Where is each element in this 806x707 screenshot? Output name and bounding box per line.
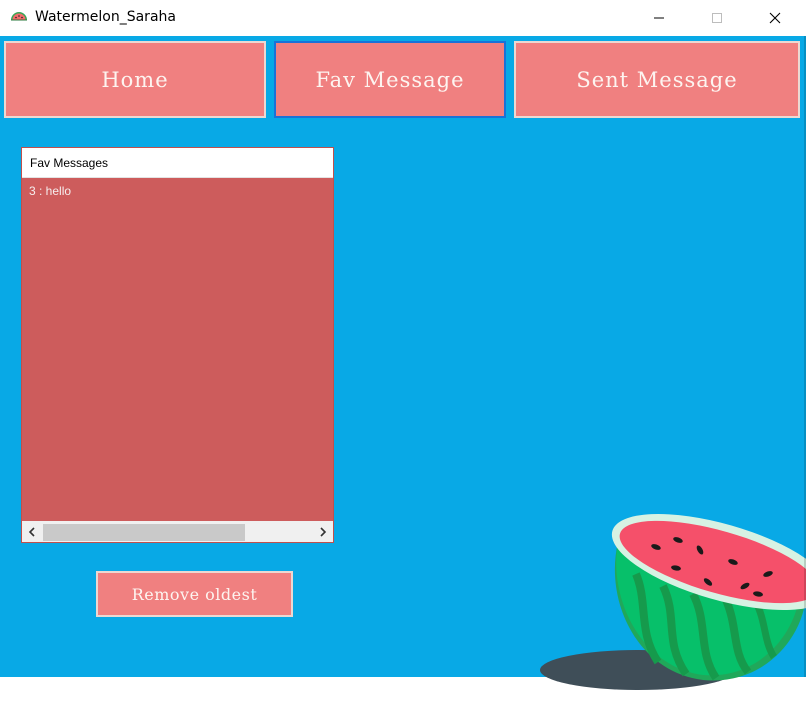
scroll-right-button[interactable]	[313, 521, 333, 542]
maximize-button[interactable]	[688, 0, 746, 36]
fav-messages-column-header[interactable]: Fav Messages	[22, 148, 333, 178]
scrollbar-thumb[interactable]	[43, 524, 245, 541]
horizontal-scrollbar[interactable]	[22, 521, 333, 542]
chevron-left-icon	[28, 526, 35, 537]
sent-message-button[interactable]: Sent Message	[514, 41, 800, 118]
fav-messages-list[interactable]: Fav Messages 3 : hello	[21, 147, 334, 543]
close-button[interactable]	[746, 0, 804, 36]
home-button[interactable]: Home	[4, 41, 266, 118]
watermelon-slice-illustration	[540, 513, 806, 690]
watermelon-icon	[11, 12, 27, 21]
fav-message-button[interactable]: Fav Message	[274, 41, 506, 118]
main-panel: Home Fav Message Sent Message Fav Messag…	[0, 36, 806, 690]
minimize-icon	[654, 17, 664, 19]
title-bar: Watermelon_Saraha	[0, 0, 806, 36]
window-title: Watermelon_Saraha	[35, 9, 176, 25]
maximize-icon	[712, 13, 722, 23]
close-icon	[769, 12, 781, 24]
remove-oldest-button[interactable]: Remove oldest	[96, 571, 293, 617]
minimize-button[interactable]	[630, 0, 688, 36]
list-item[interactable]: 3 : hello	[29, 184, 71, 198]
chevron-right-icon	[320, 526, 327, 537]
scroll-left-button[interactable]	[22, 521, 42, 542]
